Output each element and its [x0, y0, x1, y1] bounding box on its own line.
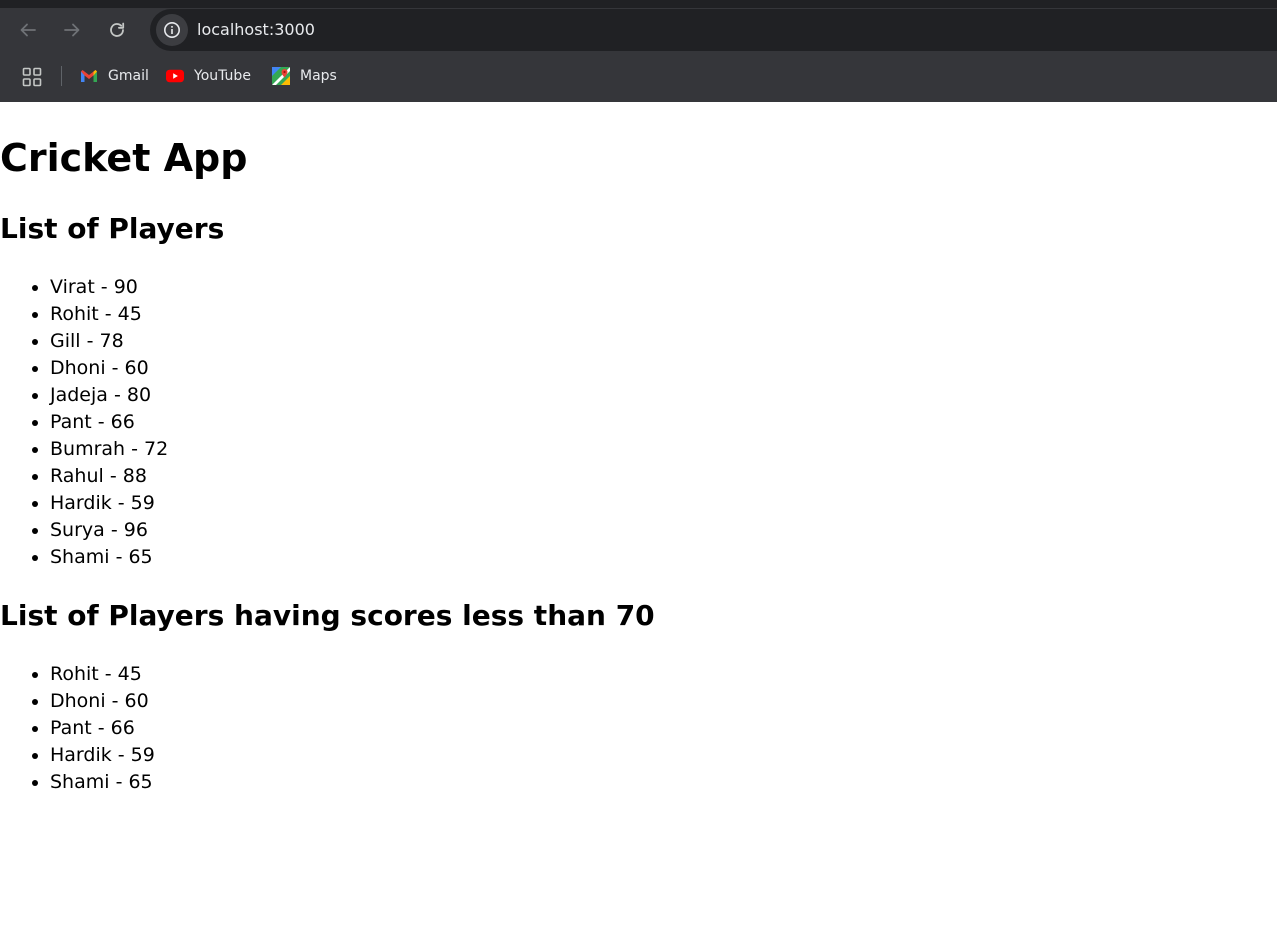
list-item: Shami - 65 — [50, 544, 168, 571]
gmail-icon — [80, 67, 98, 85]
list-item: Dhoni - 60 — [50, 688, 155, 715]
bookmark-youtube[interactable]: YouTube — [166, 64, 251, 88]
browser-toolbar: localhost:3000 — [0, 8, 1277, 52]
list-item: Bumrah - 72 — [50, 436, 168, 463]
bookmark-gmail[interactable]: Gmail — [80, 64, 149, 88]
list-item: Dhoni - 60 — [50, 355, 168, 382]
bookmarks-bar: Gmail YouTube Maps — [0, 55, 1277, 97]
list-item: Pant - 66 — [50, 409, 168, 436]
apps-grid-icon[interactable] — [22, 67, 42, 87]
youtube-icon — [166, 67, 184, 85]
back-button[interactable] — [10, 12, 46, 48]
list-item: Virat - 90 — [50, 274, 168, 301]
bookmark-label: Gmail — [108, 68, 149, 84]
bookmark-label: Maps — [300, 68, 337, 84]
list-item: Gill - 78 — [50, 328, 168, 355]
list-item: Shami - 65 — [50, 769, 155, 796]
forward-button[interactable] — [54, 12, 90, 48]
reload-button[interactable] — [99, 12, 135, 48]
list-item: Rahul - 88 — [50, 463, 168, 490]
list-item: Hardik - 59 — [50, 490, 168, 517]
url-text[interactable]: localhost:3000 — [197, 20, 315, 40]
list-item: Surya - 96 — [50, 517, 168, 544]
all-players-list: Virat - 90 Rohit - 45 Gill - 78 Dhoni - … — [0, 274, 168, 571]
bookmark-label: YouTube — [194, 68, 251, 84]
all-players-heading: List of Players — [0, 212, 225, 245]
filtered-players-list: Rohit - 45 Dhoni - 60 Pant - 66 Hardik -… — [0, 661, 155, 796]
bookmark-maps[interactable]: Maps — [272, 64, 337, 88]
list-item: Pant - 66 — [50, 715, 155, 742]
back-arrow-icon — [20, 23, 36, 37]
reload-icon — [110, 22, 125, 37]
list-item: Jadeja - 80 — [50, 382, 168, 409]
filtered-players-heading: List of Players having scores less than … — [0, 599, 655, 632]
list-item: Rohit - 45 — [50, 661, 155, 688]
tab-strip — [0, 0, 1277, 8]
maps-icon — [272, 67, 290, 85]
bookmarks-divider — [61, 66, 62, 86]
list-item: Rohit - 45 — [50, 301, 168, 328]
forward-arrow-icon — [64, 23, 80, 37]
site-info-icon[interactable] — [156, 14, 188, 46]
page-content: Cricket App List of Players Virat - 90 R… — [0, 102, 1277, 929]
address-bar[interactable]: localhost:3000 — [150, 9, 1277, 51]
list-item: Hardik - 59 — [50, 742, 155, 769]
page-title: Cricket App — [0, 136, 248, 180]
info-icon — [164, 22, 180, 38]
browser-chrome: localhost:3000 Gmail YouTube Maps — [0, 0, 1277, 102]
